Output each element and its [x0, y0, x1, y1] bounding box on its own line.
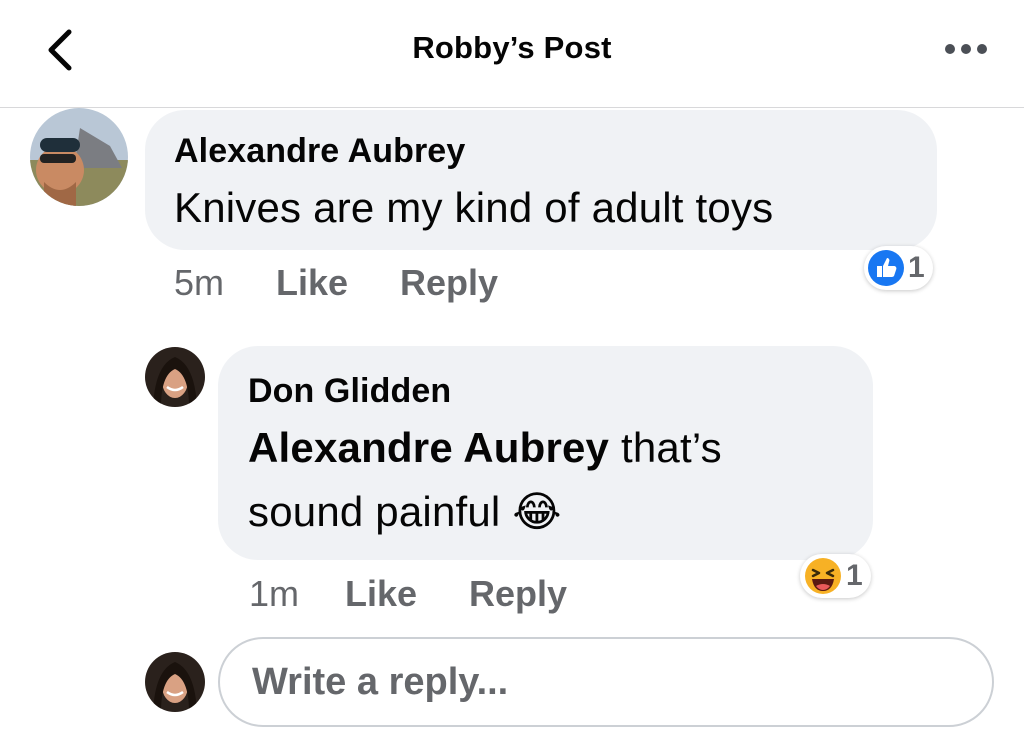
top-bar: Robby’s Post — [0, 0, 1024, 108]
comment-timestamp: 1m — [249, 573, 300, 614]
comment-text: Knives are my kind of adult toys — [174, 184, 774, 231]
reply-input[interactable] — [218, 637, 994, 727]
comment-text-line2: sound painful — [248, 488, 501, 535]
reaction-summary[interactable]: 1 — [864, 246, 933, 290]
mention-link[interactable]: Alexandre Aubrey — [248, 424, 609, 471]
comment-text: Alexandre Aubrey that’s sound painful 😂 — [248, 416, 722, 544]
reply-button[interactable]: Reply — [469, 573, 567, 615]
more-options-button[interactable] — [938, 34, 994, 64]
reaction-count: 1 — [908, 251, 925, 284]
avatar[interactable] — [30, 108, 128, 206]
comment-text-line1: that’s — [620, 424, 722, 471]
more-horizontal-icon — [945, 44, 987, 54]
like-thumb-icon — [868, 250, 904, 286]
current-user-avatar — [145, 652, 205, 712]
comment-bubble: Alexandre Aubrey Knives are my kind of a… — [145, 110, 937, 250]
avatar[interactable] — [145, 347, 205, 407]
like-button[interactable]: Like — [276, 262, 348, 304]
comment-bubble: Don Glidden Alexandre Aubrey that’s soun… — [218, 346, 873, 560]
comment-author[interactable]: Don Glidden — [248, 372, 451, 411]
tears-of-joy-emoji: 😂 — [512, 488, 562, 535]
reaction-count: 1 — [846, 559, 863, 592]
reply-button[interactable]: Reply — [400, 262, 498, 304]
page-title: Robby’s Post — [412, 30, 612, 65]
comment-timestamp: 5m — [174, 262, 225, 303]
like-button[interactable]: Like — [345, 573, 417, 615]
comment-author[interactable]: Alexandre Aubrey — [174, 132, 465, 171]
haha-emoji-icon — [805, 558, 841, 594]
reaction-summary[interactable]: 1 — [800, 554, 871, 598]
